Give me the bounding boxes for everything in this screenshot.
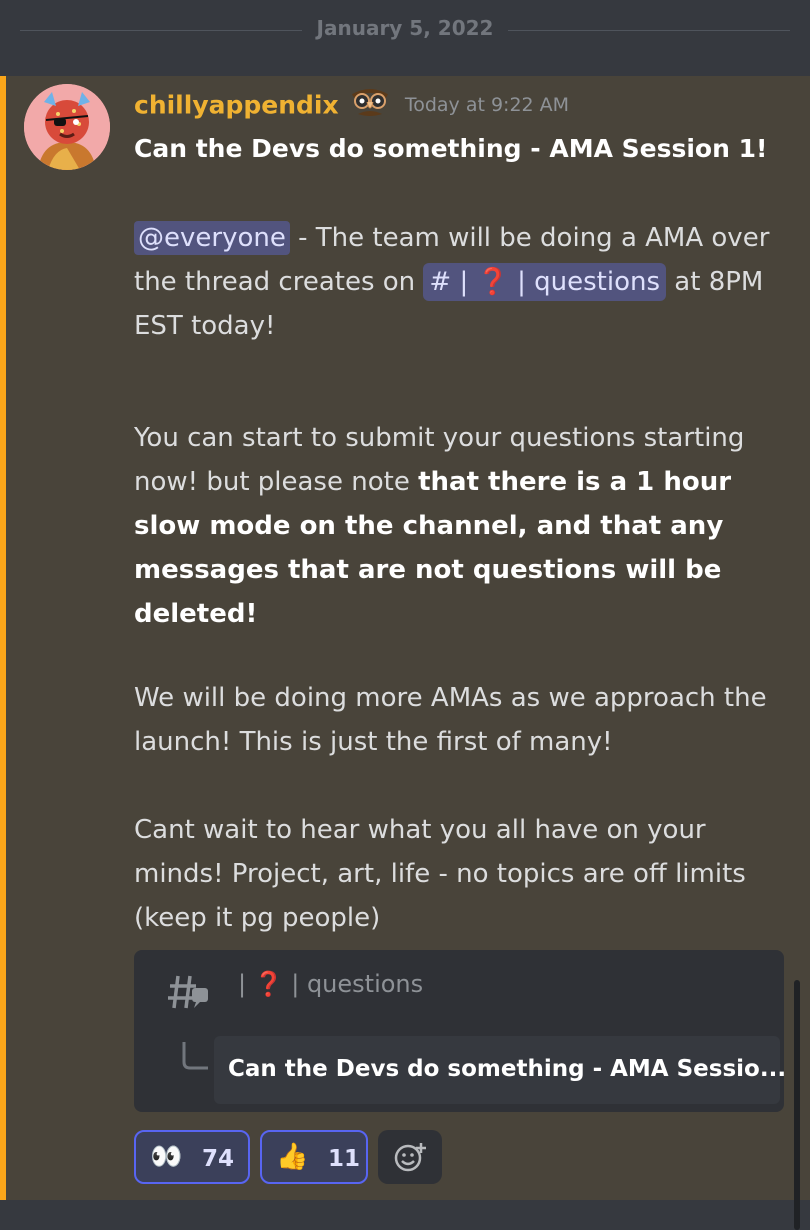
add-reaction-button[interactable] [378, 1130, 442, 1184]
paragraph-4: Cant wait to hear what you all have on y… [134, 815, 746, 933]
thread-channel-icon [168, 972, 210, 1016]
disguise-glasses-icon [350, 88, 390, 122]
thread-title[interactable]: Can the Devs do something - AMA Sessio..… [228, 1056, 786, 1082]
message-header: chillyappendix Today at 9:22 AM [134, 88, 569, 128]
avatar-image [24, 84, 110, 170]
reaction-thumbs-up[interactable]: 👍 11 [260, 1130, 368, 1184]
paragraph-2: You can start to submit your questions s… [134, 416, 784, 636]
divider-line-left [20, 30, 302, 31]
avatar[interactable] [24, 84, 110, 170]
username[interactable]: chillyappendix [134, 91, 339, 120]
reaction-eyes[interactable]: 👀 74 [134, 1130, 250, 1184]
channel-mention[interactable]: # | ❓ | questions [423, 263, 667, 301]
eyes-emoji-icon: 👀 [150, 1142, 183, 1172]
timestamp: Today at 9:22 AM [404, 94, 570, 116]
message-title: Can the Devs do something - AMA Session … [134, 134, 768, 163]
thread-card[interactable]: Can the Devs do something - AMA Sessio..… [214, 1036, 786, 1104]
thread-embed[interactable]: | ❓ | questions Can the Devs do somethin… [134, 950, 786, 1112]
thread-channel-name[interactable]: | ❓ | questions [238, 970, 423, 998]
scrollbar[interactable] [794, 980, 800, 1230]
reaction-count: 74 [202, 1146, 235, 1172]
mention-highlight-bar [0, 76, 6, 1200]
thumbs-up-emoji-icon: 👍 [276, 1142, 309, 1172]
paragraph-3: We will be doing more AMAs as we approac… [134, 683, 767, 757]
date-divider: January 5, 2022 [0, 0, 810, 76]
date-divider-text: January 5, 2022 [316, 16, 494, 40]
thread-connector-icon [180, 1042, 210, 1076]
add-reaction-icon [394, 1141, 428, 1177]
message: chillyappendix Today at 9:22 AM Can the … [0, 76, 810, 1230]
everyone-mention[interactable]: @everyone [134, 221, 290, 255]
reaction-count: 11 [328, 1146, 361, 1172]
divider-line-right [508, 30, 790, 31]
paragraph-1: @everyone - The team will be doing a AMA… [134, 216, 784, 348]
